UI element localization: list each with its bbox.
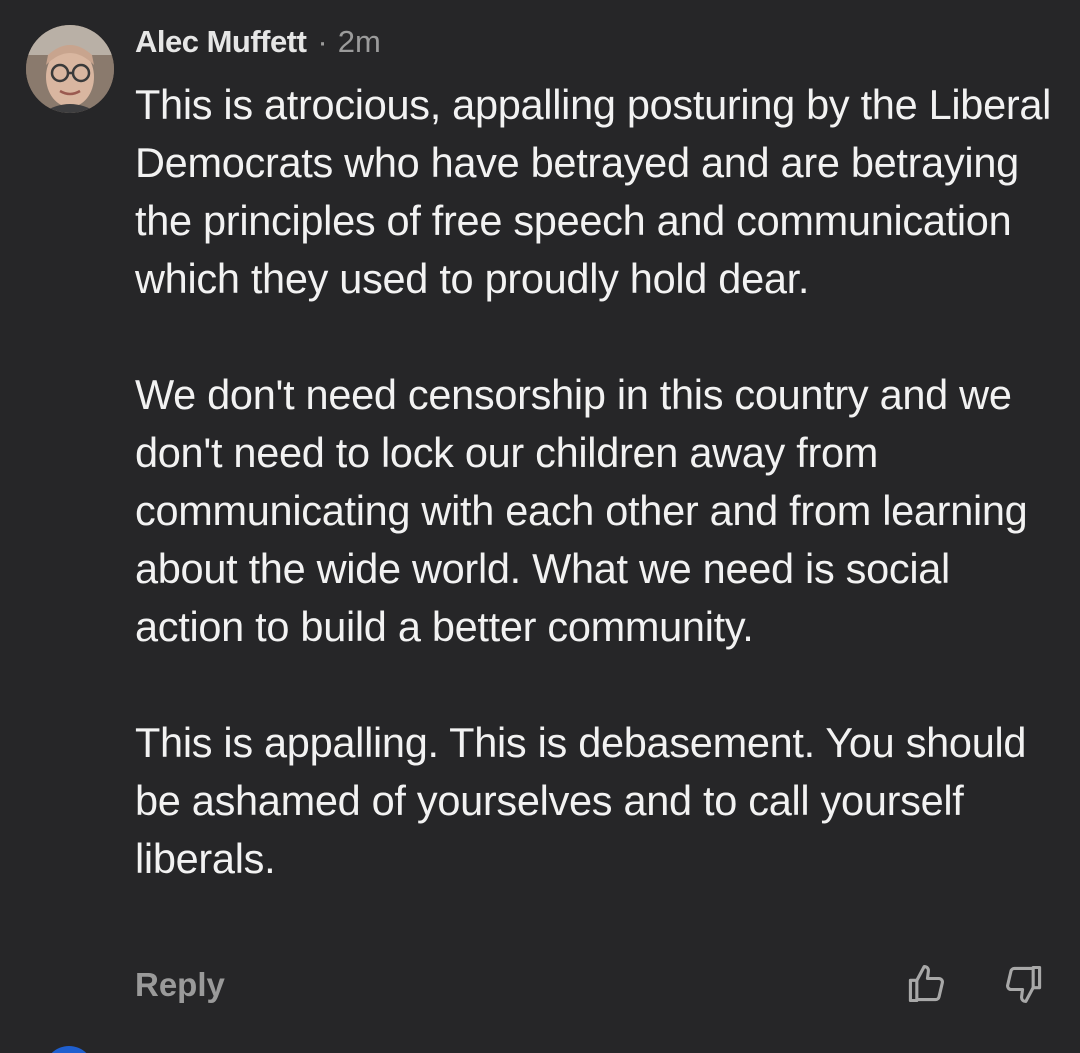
author-name[interactable]: Alec Muffett <box>135 22 307 62</box>
comment-header: Alec Muffett · 2m <box>135 22 381 62</box>
avatar-image <box>26 25 114 113</box>
timestamp: 2m <box>337 24 381 59</box>
separator-dot: · <box>317 24 328 59</box>
comment: Alec Muffett · 2m This is atrocious, app… <box>0 0 1080 1053</box>
thumbs-down-icon[interactable] <box>1002 962 1046 1006</box>
user-avatar[interactable] <box>26 25 114 113</box>
thumbs-up-icon[interactable] <box>904 962 948 1006</box>
comment-body: This is atrocious, appalling posturing b… <box>135 76 1065 888</box>
next-comment-avatar <box>44 1046 94 1053</box>
comment-paragraph: We don't need censorship in this country… <box>135 371 1028 650</box>
comment-paragraph: This is appalling. This is debasement. Y… <box>135 719 1027 882</box>
reply-button[interactable]: Reply <box>135 963 225 1007</box>
comment-paragraph: This is atrocious, appalling posturing b… <box>135 81 1052 302</box>
